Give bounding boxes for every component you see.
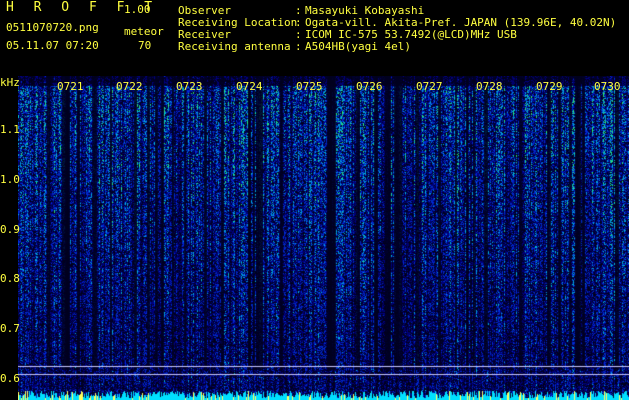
- meteor-label: meteor: [124, 25, 164, 38]
- info-key: Receiving antenna: [178, 40, 291, 53]
- y-tick-label: 1.0: [0, 173, 20, 186]
- file-datetime: 05.11.07 07:20: [6, 39, 99, 52]
- y-tick-label: 0.6: [0, 372, 20, 385]
- time-label: 0721: [57, 80, 84, 93]
- meteor-count: 70: [138, 39, 152, 52]
- time-label: 0724: [236, 80, 263, 93]
- y-tick-label: 1.1: [0, 123, 20, 136]
- time-label: 0722: [116, 80, 143, 93]
- time-label: 0726: [356, 80, 383, 93]
- spectrogram-canvas: [18, 76, 629, 400]
- time-label: 0730: [594, 80, 621, 93]
- time-label: 0727: [416, 80, 443, 93]
- time-label: 0725: [296, 80, 323, 93]
- y-axis-unit: kHz: [0, 76, 20, 89]
- info-sep: :: [295, 40, 302, 53]
- header: H R O F F T 1.00 0511070720.png meteor 0…: [0, 0, 629, 76]
- y-tick-label: 0.7: [0, 322, 20, 335]
- time-label: 0729: [536, 80, 563, 93]
- info-value: A504HB(yagi 4el): [305, 40, 411, 53]
- y-tick-label: 0.8: [0, 272, 20, 285]
- time-label: 0723: [176, 80, 203, 93]
- file-name: 0511070720.png: [6, 21, 99, 34]
- app-version: 1.00: [124, 3, 151, 16]
- y-tick-label: 0.9: [0, 223, 20, 236]
- time-label: 0728: [476, 80, 503, 93]
